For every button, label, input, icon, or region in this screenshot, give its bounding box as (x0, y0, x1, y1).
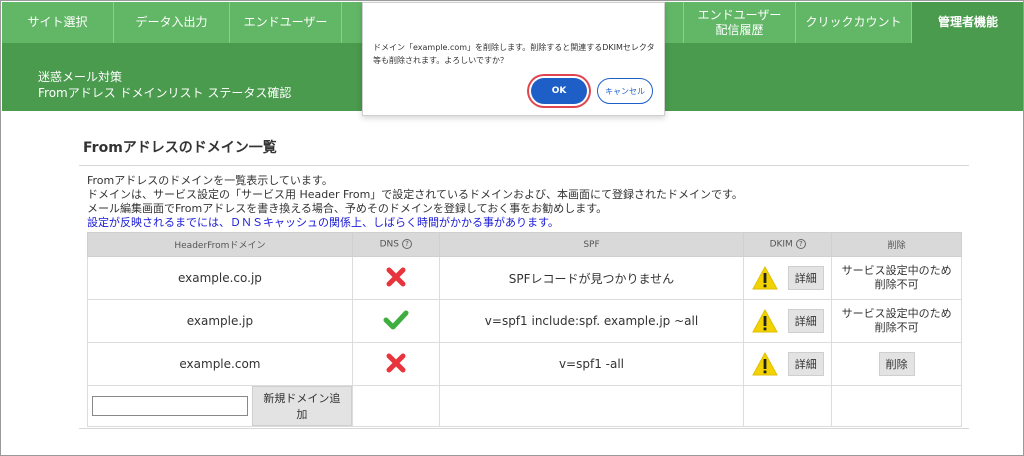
dkim-detail-button[interactable]: 詳細 (787, 309, 824, 333)
page-section-title: 迷惑メール対策 Fromアドレス ドメインリスト ステータス確認 (38, 69, 291, 101)
warning-icon (751, 309, 778, 333)
dkim-cell: 詳細 (743, 299, 833, 343)
nav-click-count[interactable]: クリックカウント (796, 2, 912, 43)
dns-fail-x-icon (386, 267, 406, 286)
delete-cell: サービス設定中のため 削除不可 (831, 299, 962, 343)
col-header-delete: 削除 (831, 232, 962, 257)
desc-line-1: Fromアドレスのドメインを一覧表示しています。 (87, 174, 333, 187)
dialog-cancel-button[interactable]: キャンセル (597, 78, 653, 104)
dkim-cell: 詳細 (743, 256, 833, 300)
col-header-dns: DNS? (351, 232, 440, 257)
content-bottom-divider (79, 428, 969, 429)
add-domain-cell: 新規ドメイン追加 (87, 385, 353, 427)
app-window: サイト選択 データ入出力 エンドユーザー エンドユーザー 配信履歴 クリックカウ… (0, 0, 1024, 456)
nav-site-select[interactable]: サイト選択 (2, 2, 114, 43)
nav-end-user-history[interactable]: エンドユーザー 配信履歴 (684, 2, 796, 43)
spf-cell: v=spf1 -all (438, 342, 745, 386)
domain-cell: example.com (87, 342, 353, 386)
delete-disabled-text: サービス設定中のため 削除不可 (841, 264, 952, 291)
empty-cell (743, 385, 833, 427)
delete-button[interactable]: 削除 (878, 352, 915, 376)
spf-cell: v=spf1 include:spf. example.jp ~all (438, 299, 745, 343)
desc-line-2: ドメインは、サービス設定の「サービス用 Header From」で設定されている… (87, 188, 743, 201)
nav-data-io[interactable]: データ入出力 (114, 2, 230, 43)
empty-cell (831, 385, 962, 427)
nav-end-user[interactable]: エンドユーザー (230, 2, 342, 43)
empty-cell (351, 385, 440, 427)
section-title-line1: 迷惑メール対策 (38, 70, 123, 84)
main-content: Fromアドレスのドメイン一覧 Fromアドレスのドメインを一覧表示しています。… (79, 131, 969, 427)
dns-cell (351, 342, 440, 386)
dialog-message: ドメイン「example.com」を削除します。削除すると関連するDKIMセレク… (373, 43, 655, 65)
add-domain-row: 新規ドメイン追加 (87, 385, 962, 427)
new-domain-input[interactable] (92, 396, 248, 416)
dkim-cell: 詳細 (743, 342, 833, 386)
help-icon[interactable]: ? (401, 239, 412, 250)
table-header-row: HeaderFromドメイン DNS? SPF DKIM? 削除 (87, 232, 962, 257)
warning-icon (751, 352, 778, 376)
empty-cell (438, 385, 745, 427)
table-row: example.jp v=spf1 include:spf. example.j… (87, 299, 962, 343)
confirm-delete-dialog: ドメイン「example.com」を削除します。削除すると関連するDKIMセレク… (362, 2, 665, 116)
dns-ok-check-icon (383, 310, 409, 329)
table-row: example.com v=spf1 -all 詳細 削除 (87, 342, 962, 386)
domain-table: HeaderFromドメイン DNS? SPF DKIM? 削除 example… (87, 232, 962, 427)
col-header-spf: SPF (438, 232, 745, 257)
delete-disabled-text: サービス設定中のため 削除不可 (841, 307, 952, 334)
dialog-ok-button[interactable]: OK (531, 78, 587, 104)
warning-icon (751, 266, 778, 290)
domain-cell: example.co.jp (87, 256, 353, 300)
dns-cell (351, 299, 440, 343)
dns-cache-note: 設定が反映されるまでには、ＤＮＳキャッシュの関係上、しばらく時間がかかる事があり… (87, 216, 559, 229)
dns-fail-x-icon (386, 353, 406, 372)
section-title-line2: Fromアドレス ドメインリスト ステータス確認 (38, 86, 292, 100)
dkim-detail-button[interactable]: 詳細 (787, 266, 824, 290)
nav-admin[interactable]: 管理者機能 (912, 2, 1023, 43)
col-header-domain: HeaderFromドメイン (87, 232, 353, 257)
delete-cell: サービス設定中のため 削除不可 (831, 256, 962, 300)
add-domain-button[interactable]: 新規ドメイン追加 (252, 386, 352, 426)
table-row: example.co.jp SPFレコードが見つかりません 詳細 サービス設定中… (87, 256, 962, 300)
domain-cell: example.jp (87, 299, 353, 343)
help-icon[interactable]: ? (795, 239, 806, 250)
dns-cell (351, 256, 440, 300)
col-header-dkim: DKIM? (743, 232, 833, 257)
delete-cell: 削除 (831, 342, 962, 386)
spf-cell: SPFレコードが見つかりません (438, 256, 745, 300)
desc-line-3: メール編集画面でFromアドレスを書き換える場合、予めそのドメインを登録しておく… (87, 202, 608, 215)
page-title: Fromアドレスのドメイン一覧 (79, 131, 969, 166)
dkim-detail-button[interactable]: 詳細 (787, 352, 824, 376)
description: Fromアドレスのドメインを一覧表示しています。 ドメインは、サービス設定の「サ… (79, 166, 969, 230)
